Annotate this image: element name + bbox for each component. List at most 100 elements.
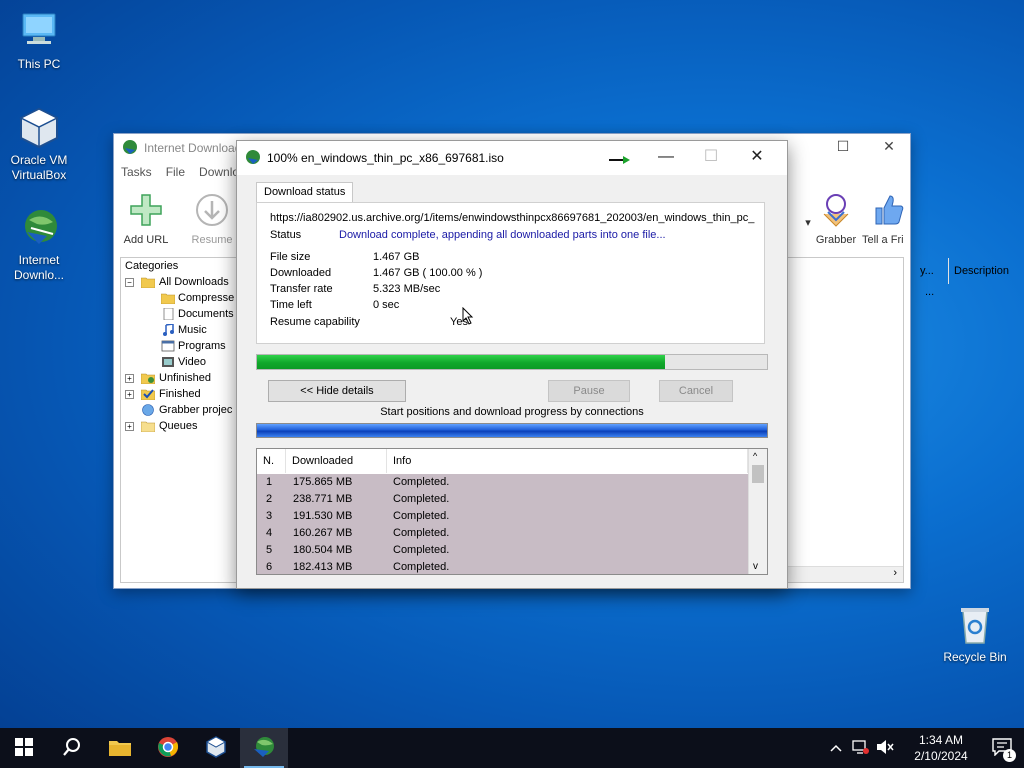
monitor-icon <box>17 10 61 54</box>
category-label: All Downloads <box>159 276 229 288</box>
pause-button[interactable]: Pause <box>548 380 630 402</box>
plus-icon <box>128 192 164 228</box>
music-note-icon <box>161 323 175 336</box>
resume-button[interactable]: Resume <box>180 190 244 246</box>
category-video[interactable]: Video <box>121 354 243 370</box>
recycle-bin-icon <box>953 603 997 647</box>
desktop-icon-label: Internet Downlo... <box>13 253 65 282</box>
transfer-rate-value: 5.323 MB/sec <box>373 283 441 295</box>
row-number: 4 <box>266 527 273 539</box>
main-maximize-button[interactable]: ☐ <box>820 138 866 160</box>
row-downloaded: 191.530 MB <box>293 510 353 522</box>
close-icon: ✕ <box>750 148 764 165</box>
taskbar-chrome[interactable] <box>144 728 192 768</box>
category-all-downloads[interactable]: − All Downloads <box>121 274 243 290</box>
folder-open-icon <box>140 276 156 289</box>
category-label: Programs <box>178 340 226 352</box>
desktop-icon-this-pc[interactable]: This PC <box>1 10 77 72</box>
menu-tasks[interactable]: Tasks <box>121 165 152 179</box>
grabber-icon <box>818 192 854 228</box>
connections-table[interactable]: N. Downloaded Info 1 175.865 MB Complete… <box>256 448 768 575</box>
hide-details-button[interactable]: << Hide details <box>268 380 406 402</box>
category-grabber-projects[interactable]: Grabber projec <box>121 402 243 418</box>
column-header-info[interactable]: Info <box>387 449 748 473</box>
desktop-icon-recycle-bin[interactable]: Recycle Bin <box>937 603 1013 665</box>
grabber-button[interactable]: Grabber <box>804 190 868 246</box>
downloaded-value: 1.467 GB ( 100.00 % ) <box>373 267 483 279</box>
row-number: 2 <box>266 493 273 505</box>
thumbs-up-icon <box>870 192 906 228</box>
column-header-downloaded[interactable]: Downloaded <box>286 449 387 473</box>
clock[interactable]: 1:34 AM 2/10/2024 <box>902 732 980 764</box>
category-music[interactable]: Music <box>121 322 243 338</box>
category-unfinished[interactable]: + Unfinished <box>121 370 243 386</box>
table-row[interactable]: 1 175.865 MB Completed. <box>257 474 748 491</box>
category-programs[interactable]: Programs <box>121 338 243 354</box>
file-size-value: 1.467 GB <box>373 251 420 263</box>
category-finished[interactable]: + Finished <box>121 386 243 402</box>
download-progress-dialog[interactable]: 100% en_windows_thin_pc_x86_697681.iso —… <box>236 140 788 589</box>
action-center-button[interactable]: 1 <box>980 728 1024 768</box>
list-column-partial[interactable]: y... <box>785 258 949 284</box>
list-column-description[interactable]: Description <box>949 258 1024 284</box>
downloaded-label: Downloaded <box>270 267 332 279</box>
expand-icon[interactable]: + <box>125 374 134 383</box>
dialog-maximize-button[interactable]: ☐ <box>688 147 734 169</box>
network-icon[interactable] <box>852 739 870 758</box>
categories-panel: Categories − All Downloads Compresse Doc… <box>120 257 244 583</box>
cancel-button[interactable]: Cancel <box>659 380 733 402</box>
table-row[interactable]: 4 160.267 MB Completed. <box>257 525 748 542</box>
list-row-partial[interactable]: ... <box>925 286 934 298</box>
column-header-n[interactable]: N. <box>257 449 286 473</box>
row-info: Completed. <box>393 476 450 488</box>
taskbar-idm[interactable] <box>240 728 288 768</box>
dialog-titlebar[interactable]: 100% en_windows_thin_pc_x86_697681.iso —… <box>237 141 787 175</box>
start-button[interactable] <box>0 728 48 768</box>
add-url-label: Add URL <box>123 234 169 246</box>
dialog-minimize-button[interactable]: — <box>643 147 689 169</box>
category-documents[interactable]: Documents <box>121 306 243 322</box>
dialog-close-button[interactable]: ✕ <box>734 147 780 169</box>
expand-icon[interactable]: + <box>125 422 134 431</box>
notification-count-badge: 1 <box>1003 749 1016 762</box>
chrome-icon <box>157 736 179 761</box>
scrollbar-thumb[interactable] <box>752 465 764 483</box>
idm-app-icon <box>122 139 138 158</box>
table-row[interactable]: 6 182.413 MB Completed. <box>257 559 748 574</box>
chevron-right-icon[interactable]: › <box>893 567 897 579</box>
chevron-up-icon[interactable] <box>830 741 842 755</box>
chevron-up-icon[interactable]: ^ <box>753 451 757 461</box>
taskbar-file-explorer[interactable] <box>96 728 144 768</box>
menu-file[interactable]: File <box>166 165 185 179</box>
tell-a-friend-button[interactable]: Tell a Fri <box>862 190 910 246</box>
search-icon <box>62 737 82 760</box>
tab-download-status[interactable]: Download status <box>256 182 354 203</box>
chevron-down-icon[interactable]: v <box>753 561 758 572</box>
category-compressed[interactable]: Compresse <box>121 290 243 306</box>
virtualbox-icon <box>205 735 227 761</box>
search-button[interactable] <box>48 728 96 768</box>
clock-time: 1:34 AM <box>918 733 964 747</box>
main-close-button[interactable]: ✕ <box>866 138 912 160</box>
row-number: 1 <box>266 476 273 488</box>
volume-muted-icon[interactable] <box>876 739 894 758</box>
table-row[interactable]: 2 238.771 MB Completed. <box>257 491 748 508</box>
category-label: Queues <box>159 420 198 432</box>
table-row[interactable]: 5 180.504 MB Completed. <box>257 542 748 559</box>
desktop-icon-idm[interactable]: Internet Downlo... <box>1 206 77 283</box>
clock-date: 2/10/2024 <box>914 749 968 763</box>
collapse-icon[interactable]: − <box>125 278 134 287</box>
table-row[interactable]: 3 191.530 MB Completed. <box>257 508 748 525</box>
grabber-label: Grabber <box>815 234 857 246</box>
taskbar-virtualbox[interactable] <box>192 728 240 768</box>
desktop-icon-virtualbox[interactable]: Oracle VM VirtualBox <box>1 106 77 183</box>
add-url-button[interactable]: Add URL <box>114 190 178 246</box>
row-downloaded: 238.771 MB <box>293 493 353 505</box>
connections-vertical-scrollbar[interactable]: ^ v <box>748 449 767 574</box>
row-info: Completed. <box>393 561 450 573</box>
category-label: Documents <box>178 308 234 320</box>
row-downloaded: 180.504 MB <box>293 544 353 556</box>
status-value: Download complete, appending all downloa… <box>339 229 666 241</box>
expand-icon[interactable]: + <box>125 390 134 399</box>
category-queues[interactable]: + Queues <box>121 418 243 434</box>
